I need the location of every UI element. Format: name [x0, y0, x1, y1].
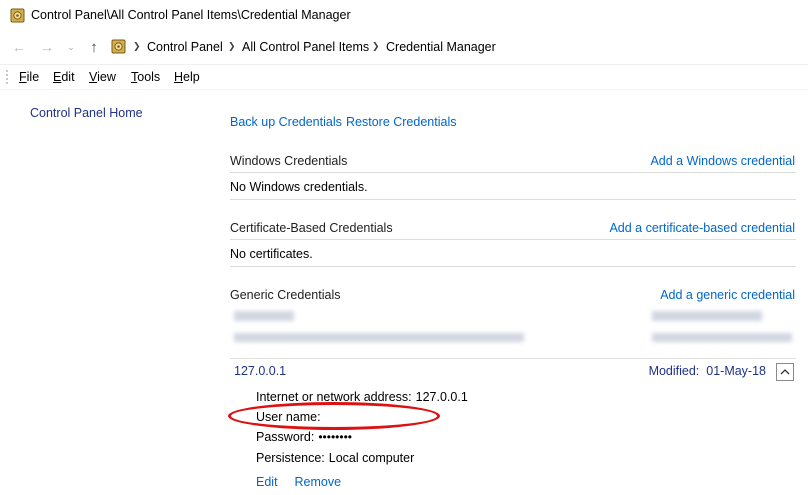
password-value: •••••••• — [318, 430, 352, 444]
pixelated-text — [234, 311, 294, 321]
menu-grip — [6, 70, 8, 84]
backup-credentials-link[interactable]: Back up Credentials — [230, 115, 342, 129]
no-windows-credentials-text: No Windows credentials. — [230, 180, 368, 194]
menu-view-accel: V — [89, 70, 98, 84]
pixelated-text — [652, 311, 762, 321]
address-bar-row: ← → ⌄ ↑ ❯ Control Panel ❯ All Control Pa… — [0, 34, 808, 60]
network-address-row: Internet or network address: 127.0.0.1 — [256, 390, 468, 404]
pixelated-text — [234, 333, 524, 342]
certificate-credentials-heading: Certificate-Based Credentials — [230, 221, 393, 235]
breadcrumb-separator-icon[interactable]: ❯ — [372, 41, 380, 52]
collapse-chevron-icon[interactable] — [776, 363, 794, 381]
divider — [230, 199, 796, 200]
username-label: User name: — [256, 410, 321, 424]
breadcrumb-all-items[interactable]: All Control Panel Items — [242, 40, 369, 54]
breadcrumb-credential-manager[interactable]: Credential Manager — [386, 40, 496, 54]
menu-file[interactable]: File — [19, 70, 39, 84]
generic-credentials-heading: Generic Credentials — [230, 288, 341, 302]
add-certificate-credential-link[interactable]: Add a certificate-based credential — [609, 221, 795, 235]
address-value: 127.0.0.1 — [415, 390, 468, 404]
remove-link[interactable]: Remove — [295, 475, 342, 489]
add-windows-credential-link[interactable]: Add a Windows credential — [650, 154, 795, 168]
window-title: Control Panel\All Control Panel Items\Cr… — [31, 8, 351, 22]
modified-label: Modified: — [648, 364, 700, 378]
breadcrumb-control-panel[interactable]: Control Panel — [147, 40, 223, 54]
menu-edit[interactable]: Edit — [53, 70, 75, 84]
recent-locations-chevron-icon[interactable]: ⌄ — [62, 38, 80, 56]
control-panel-icon — [111, 39, 126, 54]
pixelated-text — [652, 333, 792, 342]
windows-credentials-heading: Windows Credentials — [230, 154, 348, 168]
credential-entry-name[interactable]: 127.0.0.1 — [234, 364, 286, 378]
menu-tools-rest: ools — [137, 70, 161, 84]
menu-help[interactable]: Help — [174, 70, 200, 84]
credential-modified: Modified: 01-May-18 — [649, 364, 766, 378]
restore-credentials-link[interactable]: Restore Credentials — [346, 115, 456, 129]
edit-link[interactable]: Edit — [256, 475, 278, 489]
up-arrow-icon[interactable]: ↑ — [85, 38, 103, 56]
password-row: Password: •••••••• — [256, 430, 352, 444]
menu-help-rest: elp — [183, 70, 200, 84]
menu-bar: File Edit View Tools Help — [0, 64, 808, 88]
password-label: Password: — [256, 430, 315, 444]
chevron-up-icon — [780, 369, 790, 375]
menu-edit-rest: dit — [61, 70, 75, 84]
control-panel-home-link[interactable]: Control Panel Home — [30, 106, 143, 120]
menu-view[interactable]: View — [89, 70, 116, 84]
persistence-label: Persistence: — [256, 451, 325, 465]
forward-arrow-icon[interactable]: → — [38, 38, 56, 56]
entry-actions: Edit Remove — [256, 475, 341, 489]
menu-file-accel: F — [19, 70, 27, 84]
breadcrumb-separator-icon[interactable]: ❯ — [228, 41, 236, 52]
divider — [230, 266, 796, 267]
divider — [230, 358, 796, 359]
divider — [230, 239, 796, 240]
no-certificates-text: No certificates. — [230, 247, 313, 261]
credential-manager-icon — [10, 8, 25, 23]
menu-tools[interactable]: Tools — [131, 70, 160, 84]
address-label: Internet or network address: — [256, 390, 412, 404]
divider — [230, 172, 796, 173]
menu-file-rest: ile — [26, 70, 40, 84]
title-bar: Control Panel\All Control Panel Items\Cr… — [0, 0, 808, 32]
main-content: Control Panel Home Back up Credentials R… — [0, 89, 808, 495]
menu-help-accel: H — [174, 70, 184, 84]
breadcrumb-separator-icon[interactable]: ❯ — [133, 41, 141, 52]
persistence-value: Local computer — [328, 451, 415, 465]
back-arrow-icon[interactable]: ← — [10, 38, 28, 56]
add-generic-credential-link[interactable]: Add a generic credential — [660, 288, 795, 302]
modified-value: 01-May-18 — [706, 364, 766, 378]
menu-view-rest: iew — [97, 70, 116, 84]
username-row: User name: — [256, 410, 321, 424]
obscured-credential-entry[interactable] — [230, 305, 796, 357]
persistence-row: Persistence: Local computer — [256, 451, 414, 465]
